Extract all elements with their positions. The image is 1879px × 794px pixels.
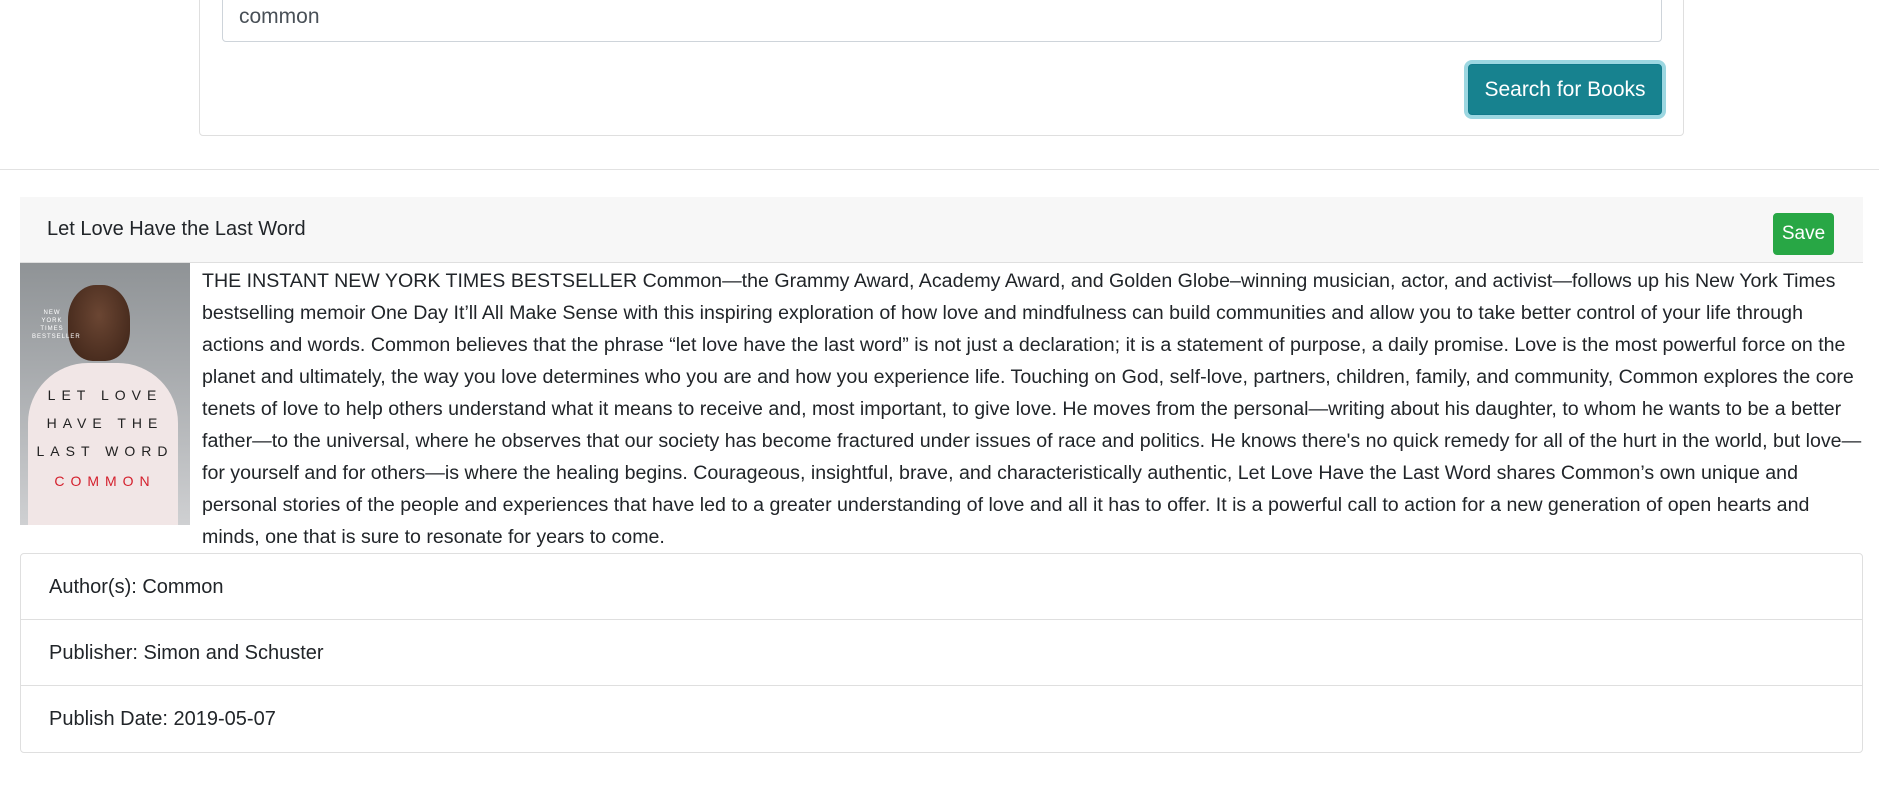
- book-card-body: NEW YORK TIMES BESTSELLER LET LOVE HAVE …: [20, 263, 1863, 753]
- book-cover-image: NEW YORK TIMES BESTSELLER LET LOVE HAVE …: [20, 263, 190, 525]
- cover-author-name: COMMON: [54, 473, 156, 489]
- cover-title-line-3: LAST WORD: [36, 443, 174, 459]
- book-authors: Author(s): Common: [21, 554, 1862, 620]
- book-publisher: Publisher: Simon and Schuster: [21, 620, 1862, 686]
- search-card: Search for Books: [199, 0, 1684, 136]
- cover-bestseller-text: NEW YORK TIMES BESTSELLER: [32, 310, 81, 340]
- book-details-list: Author(s): Common Publisher: Simon and S…: [20, 553, 1863, 753]
- book-title: Let Love Have the Last Word: [47, 218, 306, 240]
- section-divider: [0, 169, 1879, 170]
- search-for-books-button[interactable]: Search for Books: [1468, 64, 1662, 115]
- book-description: THE INSTANT NEW YORK TIMES BESTSELLER Co…: [202, 270, 1862, 548]
- book-card-header: Let Love Have the Last Word Save: [20, 197, 1863, 263]
- save-button[interactable]: Save: [1773, 213, 1834, 255]
- book-publish-date: Publish Date: 2019-05-07: [49, 708, 276, 730]
- cover-figure-face: [68, 285, 130, 361]
- book-card: Let Love Have the Last Word Save NEW YOR…: [20, 197, 1863, 753]
- search-input[interactable]: [222, 0, 1662, 42]
